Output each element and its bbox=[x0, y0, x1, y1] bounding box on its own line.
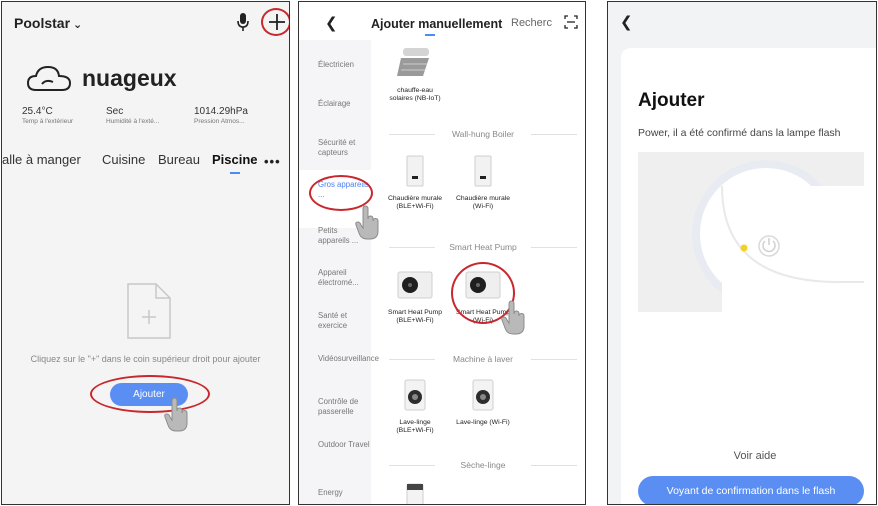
boiler-image bbox=[406, 155, 424, 187]
home-selector[interactable]: Poolstar ⌄ bbox=[14, 15, 82, 31]
solar-heater-image bbox=[397, 48, 429, 76]
home-name: Poolstar bbox=[14, 15, 71, 31]
humidity-stat: Sec Humidité à l'exté... bbox=[106, 106, 159, 125]
page-title: Ajouter bbox=[638, 90, 705, 111]
confirm-button[interactable]: Voyant de confirmation dans le flash bbox=[638, 476, 864, 504]
product-label: Lave-linge (BLE+Wi-Fi) bbox=[396, 419, 434, 434]
product-washer-wifi[interactable]: Lave-linge (Wi-Fi) bbox=[455, 378, 511, 427]
temperature-label: Temp à l'extérieur bbox=[22, 118, 74, 125]
cloud-icon bbox=[26, 65, 72, 91]
sidebar-item-securite[interactable]: Sécurité et capteurs bbox=[318, 138, 370, 157]
temperature-stat: 25.4°C Temp à l'extérieur bbox=[22, 106, 73, 125]
section-header-heat-pump: Smart Heat Pump bbox=[389, 242, 577, 252]
hand-pointer-icon bbox=[501, 300, 525, 335]
product-label: Chaudière murale (BLE+Wi-Fi) bbox=[387, 195, 443, 210]
tab-cuisine[interactable]: Cuisine bbox=[102, 152, 145, 167]
weather-condition: nuageux bbox=[82, 65, 177, 91]
section-header-washer: Machine à laver bbox=[389, 354, 577, 364]
section-header-dryer: Sèche-linge bbox=[389, 460, 577, 470]
washer-image bbox=[472, 379, 494, 411]
empty-state-message: Cliquez sur le "+" dans le coin supérieu… bbox=[30, 354, 261, 364]
tab-piscine[interactable]: Piscine bbox=[212, 152, 258, 167]
device-illustration bbox=[692, 160, 864, 312]
pressure-label: Pression Atmos... bbox=[194, 118, 245, 125]
sidebar-item-passerelle[interactable]: Contrôle de passerelle bbox=[318, 397, 370, 416]
category-sidebar: Électricien Éclairage Sécurité et capteu… bbox=[299, 40, 379, 504]
pressure-value: 1014.29hPa bbox=[194, 106, 248, 117]
tab-search[interactable]: Recherc bbox=[511, 17, 557, 29]
home-screen: Poolstar ⌄ nuageux 25.4°C Temp à l'extéri… bbox=[1, 1, 290, 505]
room-tabs: alle à manger Cuisine Bureau Piscine bbox=[2, 152, 289, 176]
product-washer-ble[interactable]: Lave-linge (BLE+Wi-Fi) bbox=[387, 378, 443, 435]
lamp-illustration bbox=[638, 152, 864, 312]
sidebar-item-electromenager[interactable]: Appareil électromé... bbox=[318, 268, 370, 287]
sidebar-item-sante[interactable]: Santé et exercice bbox=[318, 311, 370, 330]
tab-bureau[interactable]: Bureau bbox=[158, 152, 200, 167]
sidebar-item-energy[interactable]: Energy bbox=[318, 488, 370, 498]
help-link[interactable]: Voir aide bbox=[608, 450, 876, 462]
product-label: Chaudière murale (Wi-Fi) bbox=[455, 195, 511, 210]
add-device-screen: ❮ Ajouter manuellement Recherc Électrici… bbox=[298, 1, 586, 505]
humidity-label: Humidité à l'exté... bbox=[106, 118, 160, 125]
empty-document-icon bbox=[127, 283, 171, 339]
sidebar-item-videosurveillance[interactable]: Vidéosurveillance bbox=[318, 354, 379, 364]
product-boiler-ble[interactable]: Chaudière murale (BLE+Wi-Fi) bbox=[387, 154, 443, 211]
tab-salle-a-manger[interactable]: alle à manger bbox=[2, 152, 81, 167]
instruction-text: Power, il a été confirmé dans la lampe f… bbox=[638, 127, 841, 139]
back-chevron-icon[interactable]: ❮ bbox=[620, 13, 633, 31]
dryer-image bbox=[406, 483, 424, 504]
sidebar-item-electricien[interactable]: Électricien bbox=[318, 60, 370, 70]
temperature-value: 25.4°C bbox=[22, 106, 53, 117]
washer-image bbox=[404, 379, 426, 411]
microphone-icon[interactable] bbox=[236, 12, 250, 32]
product-solar-heater[interactable]: chauffe-eau solaires (NB-IoT) bbox=[387, 46, 443, 103]
active-tab-indicator bbox=[230, 172, 240, 174]
scan-icon[interactable] bbox=[564, 15, 578, 29]
hand-pointer-icon bbox=[355, 205, 379, 240]
product-label: chauffe-eau solaires (NB-IoT) bbox=[389, 87, 441, 102]
sidebar-item-outdoor[interactable]: Outdoor Travel bbox=[318, 440, 370, 450]
product-label: Smart Heat Pump (BLE+Wi-Fi) bbox=[387, 309, 443, 324]
section-header-boiler: Wall-hung Boiler bbox=[389, 129, 577, 139]
product-boiler-wifi[interactable]: Chaudière murale (Wi-Fi) bbox=[455, 154, 511, 211]
highlight-circle-plus bbox=[261, 8, 289, 36]
back-chevron-icon[interactable]: ❮ bbox=[325, 14, 338, 32]
sidebar-item-eclairage[interactable]: Éclairage bbox=[318, 99, 370, 109]
boiler-image bbox=[474, 155, 492, 187]
hand-pointer-icon bbox=[164, 397, 188, 432]
product-label: Lave-linge (Wi-Fi) bbox=[456, 419, 510, 426]
page-title[interactable]: Ajouter manuellement bbox=[371, 17, 502, 31]
heat-pump-image bbox=[397, 271, 433, 299]
humidity-value: Sec bbox=[106, 106, 124, 117]
chevron-down-icon: ⌄ bbox=[73, 19, 83, 31]
pressure-stat: 1014.29hPa Pression Atmos... bbox=[194, 106, 248, 125]
more-icon[interactable]: ••• bbox=[264, 154, 281, 169]
title-tab-indicator bbox=[425, 34, 435, 36]
confirm-screen: ❮ Ajouter Power, il a été confirmé dans … bbox=[607, 1, 877, 505]
product-heat-pump-ble[interactable]: Smart Heat Pump (BLE+Wi-Fi) bbox=[387, 268, 443, 325]
